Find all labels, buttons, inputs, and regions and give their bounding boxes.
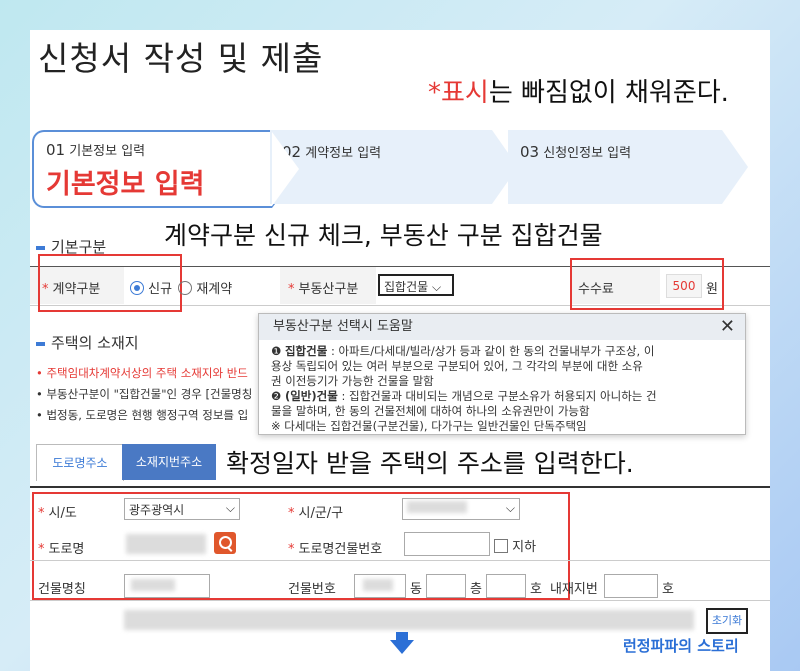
road-building-no-label: * 도로명건물번호 xyxy=(288,542,383,557)
radio-new[interactable] xyxy=(130,281,144,295)
building-name-input[interactable] xyxy=(124,574,210,598)
building-no-label: 건물번호 xyxy=(288,582,336,597)
building-name-label: 건물명칭 xyxy=(38,582,86,597)
sido-select[interactable]: 광주광역시 ⌵ xyxy=(124,498,240,520)
realty-type-label: * 부동산구분 xyxy=(288,282,359,297)
step-progress: 01 기본정보 입력 기본정보 입력 02 계약정보 입력 03 신청인정보 입… xyxy=(30,130,770,208)
inner-lot-input[interactable] xyxy=(604,574,658,598)
location-bullet-1: 주택임대차계약서상의 주택 소재지와 반드 xyxy=(46,366,248,380)
step-basic-info[interactable]: 01 기본정보 입력 기본정보 입력 xyxy=(32,130,302,208)
sigungu-select[interactable]: ⌵ xyxy=(402,498,520,520)
reset-button[interactable]: 초기화 xyxy=(706,608,748,634)
step-label: 계약정보 입력 xyxy=(305,146,382,161)
step-number: 03 xyxy=(520,143,540,161)
page-title: 신청서 작성 및 제출 xyxy=(38,39,324,78)
highlight-fee xyxy=(570,258,724,310)
search-button[interactable] xyxy=(214,532,236,554)
dong-input[interactable] xyxy=(426,574,466,598)
watermark-footer: 런정파파의 스토리 xyxy=(623,637,739,655)
help-item1-text2: 용상 독립되어 있는 여러 부분으로 구분되어 있어, 그 각각의 부분에 대한… xyxy=(271,359,643,373)
building-no-input[interactable] xyxy=(354,574,406,598)
help-item1-head: 집합건물 xyxy=(284,344,328,358)
required-note: *표시는 빠짐없이 채워준다. xyxy=(428,72,729,109)
required-note-red: 표시 xyxy=(441,78,489,108)
help-item2-text2: 물을 말하며, 한 동의 건물전체에 대하여 하나의 소유권만이 가능함 xyxy=(271,404,590,418)
full-address-input[interactable] xyxy=(124,610,694,630)
help-item2-text3: ※ 다세대는 집합건물(구분건물), 다가구는 일반건물인 단독주택임 xyxy=(271,419,587,433)
step-applicant-info[interactable]: 03 신청인정보 입력 xyxy=(508,130,748,204)
required-star: * xyxy=(428,78,441,108)
floor-unit: 층 xyxy=(470,582,482,597)
realty-type-select[interactable]: 집합건물 ⌵ xyxy=(378,274,454,296)
step-number: 01 xyxy=(46,141,66,159)
road-name-input[interactable] xyxy=(126,534,206,554)
chevron-down-icon: ⌵ xyxy=(225,501,235,515)
tab-road-address[interactable]: 도로명주소 xyxy=(36,444,124,481)
annotation-address: 확정일자 받을 주택의 주소를 입력한다. xyxy=(226,449,634,478)
step-current-title: 기본정보 입력 xyxy=(46,169,205,200)
radio-renew[interactable] xyxy=(178,281,193,295)
close-icon[interactable]: ✕ xyxy=(720,314,735,340)
arrow-down-icon xyxy=(390,640,414,654)
dong-unit: 동 xyxy=(410,582,422,597)
annotation-contract: 계약구분 신규 체크, 부동산 구분 집합건물 xyxy=(164,221,603,250)
sigungu-label: * 시/군/구 xyxy=(288,506,344,521)
floor-input[interactable] xyxy=(486,574,526,598)
chevron-down-icon: ⌵ xyxy=(432,280,442,294)
help-popup: 부동산구분 선택시 도움말 ✕ ❶ 집합건물 : 아파트/다세대/빌라/상가 등과… xyxy=(258,313,746,435)
number-1-icon: ❶ xyxy=(271,344,282,358)
radio-new-label: 신규 xyxy=(148,282,173,297)
underground-label: 지하 xyxy=(512,540,537,555)
step-contract-info[interactable]: 02 계약정보 입력 xyxy=(270,130,518,204)
number-2-icon: ❷ xyxy=(271,389,282,403)
ho2-unit: 호 xyxy=(662,582,674,597)
section-location: 주택의 소재지 xyxy=(36,332,139,353)
help-item2-text1: : 집합건물과 대비되는 개념으로 구분소유가 허용되지 아니하는 건 xyxy=(337,389,657,403)
step-label: 신청인정보 입력 xyxy=(543,146,632,161)
help-popup-title: 부동산구분 선택시 도움말 xyxy=(273,319,413,334)
screenshot-card: 신청서 작성 및 제출 *표시는 빠짐없이 채워준다. 01 기본정보 입력 기… xyxy=(30,30,770,671)
location-bullet-3: 법정동, 도로명은 현행 행정구역 정보를 입 xyxy=(46,408,249,422)
ho-unit: 호 xyxy=(530,582,542,597)
search-icon xyxy=(218,536,232,552)
road-building-no-input[interactable] xyxy=(404,532,490,556)
help-item1-text3: 권 이전등기가 가능한 건물을 말함 xyxy=(271,374,434,388)
required-note-rest: 는 빠짐없이 채워준다. xyxy=(488,78,729,108)
help-item2-head: (일반)건물 xyxy=(284,389,338,403)
radio-renew-label: 재계약 xyxy=(196,282,233,297)
location-bullet-2: 부동산구분이 "집합건물"인 경우 [건물명칭 xyxy=(46,387,253,401)
inner-lot-label: 내재지번 xyxy=(550,582,598,597)
help-item1-text1: : 아파트/다세대/빌라/상가 등과 같이 한 동의 건물내부가 구조상, 이 xyxy=(327,344,655,358)
sido-label: * 시/도 xyxy=(38,506,77,521)
step-label: 기본정보 입력 xyxy=(69,144,146,159)
chevron-down-icon: ⌵ xyxy=(505,501,515,515)
road-name-label: * 도로명 xyxy=(38,542,85,557)
underground-checkbox[interactable] xyxy=(494,539,508,553)
tab-lot-address[interactable]: 소재지번주소 xyxy=(122,444,216,480)
